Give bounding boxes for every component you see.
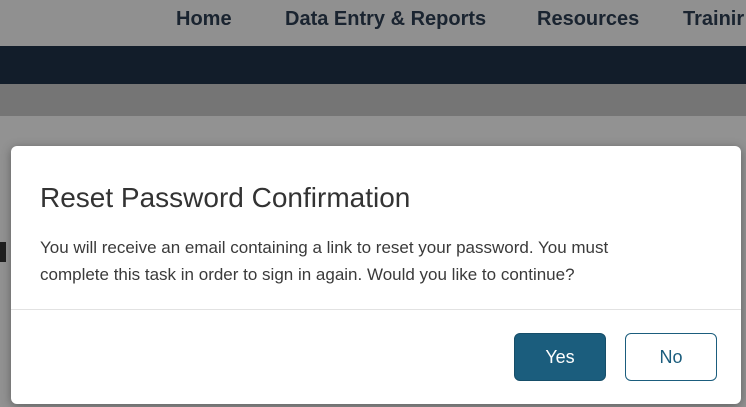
dialog-message: You will receive an email containing a l… [40,234,720,288]
dialog-footer-divider [11,309,741,310]
reset-password-dialog: Reset Password Confirmation You will rec… [11,146,741,404]
dialog-message-line-1: You will receive an email containing a l… [40,238,609,257]
dialog-message-line-2: complete this task in order to sign in a… [40,265,575,284]
dialog-title: Reset Password Confirmation [40,182,411,213]
no-button[interactable]: No [625,333,717,381]
yes-button[interactable]: Yes [514,333,606,381]
